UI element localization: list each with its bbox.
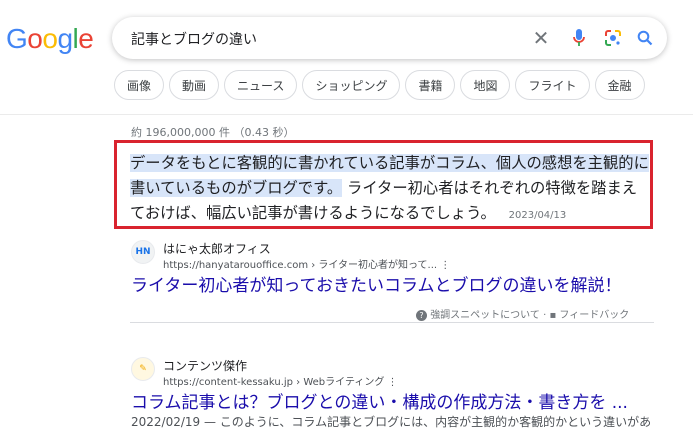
chip-flights[interactable]: フライト (515, 70, 590, 100)
google-logo[interactable]: Google (6, 24, 94, 54)
help-icon[interactable]: ? (416, 310, 427, 321)
site-favicon[interactable]: ✎ (131, 357, 155, 381)
snippet-feedback-bar: ? 強調スニペットについて · ▪ フィードバック (416, 306, 656, 322)
site-name[interactable]: コンテンツ傑作 (163, 357, 247, 374)
search-icon[interactable] (634, 27, 656, 49)
more-options-icon[interactable]: ⋮ (388, 377, 398, 388)
feedback-icon[interactable]: ▪ (549, 310, 556, 321)
chip-shopping[interactable]: ショッピング (302, 70, 401, 100)
chip-videos[interactable]: 動画 (169, 70, 220, 100)
result-title-link[interactable]: ライター初心者が知っておきたいコラムとブログの違いを解説！ (131, 271, 621, 296)
header-divider (0, 114, 693, 115)
filter-chips: 画像 動画 ニュース ショッピング 書籍 地図 フライト 金融 (114, 70, 650, 102)
result-snippet: 2022/02/19 — このように、コラム記事とブログには、内容が主観的か客観… (131, 415, 652, 429)
site-favicon[interactable]: HN (131, 240, 155, 264)
feedback-link[interactable]: フィードバック (559, 310, 629, 321)
result-stats: 約 196,000,000 件 （0.43 秒） (131, 126, 295, 139)
site-url[interactable]: https://hanyatarouoffice.com › ライター初心者が知… (163, 256, 450, 271)
chip-books[interactable]: 書籍 (405, 70, 456, 100)
site-name[interactable]: はにゃ太郎オフィス (163, 240, 271, 257)
result-title-link[interactable]: コラム記事とは？ブログとの違い・構成の作成方法・書き方を ... (131, 388, 628, 413)
featured-snippet: データをもとに客観的に書かれている記事がコラム、個人の感想を主観的に書いているも… (130, 151, 650, 228)
chip-finance[interactable]: 金融 (594, 70, 645, 100)
search-box[interactable]: 記事とブログの違い ✕ (112, 17, 667, 59)
feedback-divider (130, 322, 654, 323)
google-lens-icon[interactable] (602, 27, 624, 49)
clear-icon[interactable]: ✕ (530, 26, 552, 50)
chip-maps[interactable]: 地図 (460, 70, 511, 100)
snippet-date: 2023/04/13 (508, 210, 567, 221)
search-input[interactable]: 記事とブログの違い (131, 29, 257, 49)
chip-news[interactable]: ニュース (224, 70, 298, 100)
chip-images[interactable]: 画像 (114, 70, 165, 100)
site-url[interactable]: https://content-kessaku.jp › Webライティング ⋮ (163, 373, 398, 388)
microphone-icon[interactable] (568, 27, 590, 49)
more-options-icon[interactable]: ⋮ (440, 260, 450, 271)
about-snippet-link[interactable]: 強調スニペットについて (430, 310, 540, 321)
